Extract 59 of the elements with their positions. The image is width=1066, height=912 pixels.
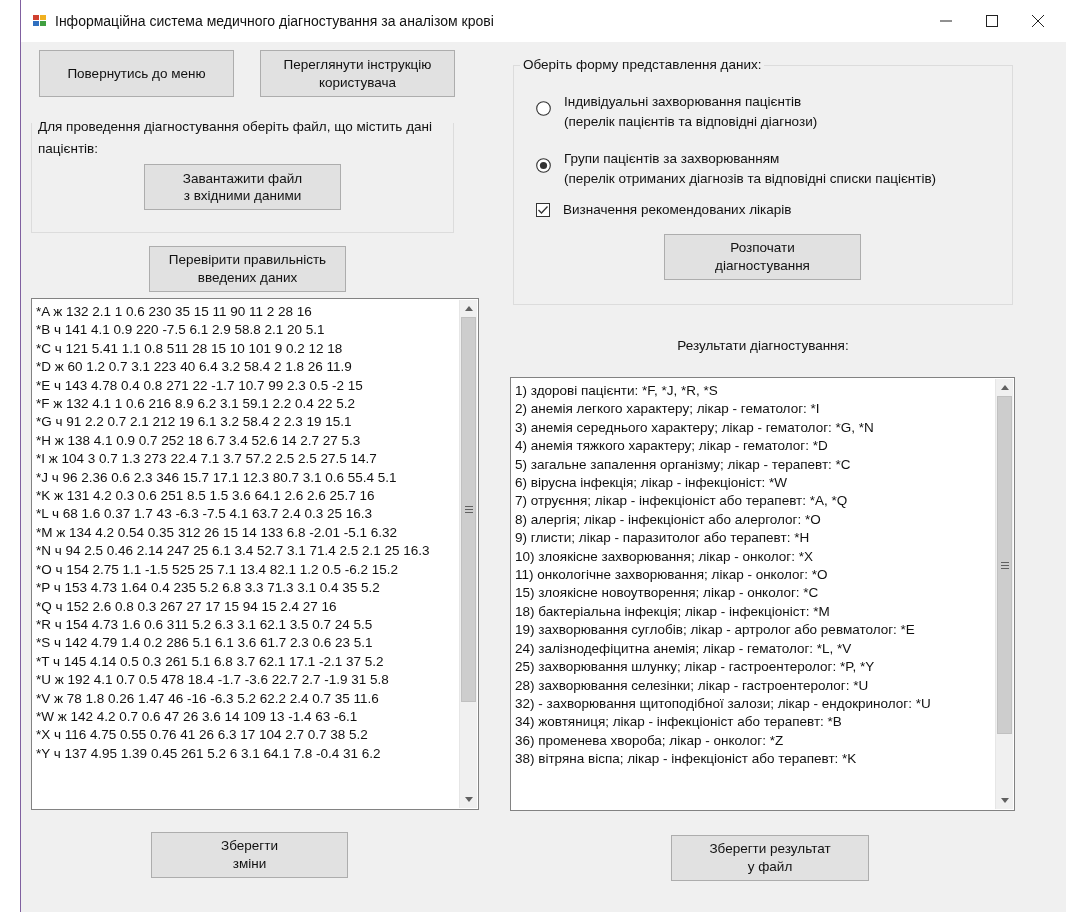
result-line: 3) анемія середнього характеру; лікар - гематолог: *G, *N	[515, 418, 875, 437]
data-line: *E ч 143 4.78 0.4 0.8 271 22 -1.7 10.7 99 2.3 0.5 -2 15	[36, 376, 364, 395]
data-line: *B ч 141 4.1 0.9 220 -7.5 6.1 2.9 58.8 2.1 20 5.1	[36, 321, 326, 340]
checkbox-label[interactable]: Визначення рекомендованих лікарів	[563, 200, 792, 220]
result-line: 38) вітряна віспа; лікар - інфекціоніст або терапевт: *K	[515, 750, 858, 769]
data-line: *Q ч 152 2.6 0.8 0.3 267 27 17 15 94 15 2.4 27 16	[36, 597, 338, 616]
data-line: *P ч 153 4.73 1.64 0.4 235 5.2 6.8 3.3 71.3 3.1 0.4 35 5.2	[36, 579, 381, 598]
save-results-button[interactable]: Зберегти результат у файл	[671, 835, 869, 881]
load-file-button[interactable]: Завантажити файл з вхідними даними	[144, 164, 341, 211]
result-line: 5) загальне запалення організму; лікар - терапевт: *C	[515, 455, 852, 474]
data-line: *D ж 60 1.2 0.7 3.1 223 40 6.4 3.2 58.4 2 1.8 26 11.9	[36, 358, 353, 377]
result-line: 24) залізнодефіцитна анемія; лікар - гематолог: *L, *V	[515, 639, 853, 658]
option-label[interactable]: Групи пацієнтів за захворюванням (перелік отриманих діагнозів та відповідні списки пацієнтів)	[564, 149, 937, 189]
start-button[interactable]: Розпочати діагностування	[664, 233, 861, 280]
data-line: *F ж 132 4.1 1 0.6 216 8.9 6.2 3.1 59.1 2.2 0.4 22 5.2	[36, 395, 357, 414]
data-line: *V ж 78 1.8 0.26 1.47 46 -16 -6.3 5.2 62.2 2.4 0.7 35 11.6	[36, 689, 380, 708]
data-line: *C ч 121 5.41 1.1 0.8 511 28 15 10 101 9 0.2 12 18	[36, 339, 344, 358]
data-line: *L ч 68 1.6 0.37 1.7 43 -6.3 -7.5 4.1 63.7 2.4 0.3 25 16.3	[36, 505, 374, 524]
data-line: *W ж 142 4.2 0.7 0.6 47 26 3.6 14 109 13 -1.4 63 -6.1	[36, 707, 359, 726]
data-line: *I ж 104 3 0.7 1.3 273 22.4 7.1 3.7 57.2 2.5 2.5 27.5 14.7	[36, 450, 378, 469]
result-line: 28) захворювання селезінки; лікар - гастроентеролог: *U	[515, 676, 870, 695]
data-line: *U ж 192 4.1 0.7 0.5 478 18.4 -1.7 -3.6 22.7 2.7 -1.9 31 5.8	[36, 671, 390, 690]
data-line: *A ж 132 2.1 1 0.6 230 35 15 11 90 11 2 28 16	[36, 303, 313, 321]
result-line: 10) злоякісне захворювання; лікар - онколог: *X	[515, 547, 814, 566]
result-line: 15) злоякісне новоутворення; лікар - онколог: *C	[515, 584, 820, 603]
result-line: 34) жовтяниця; лікар - інфекціоніст або терапевт: *B	[515, 713, 843, 732]
group-legend: Оберіть форму представлення даних:	[520, 57, 765, 72]
result-line: 36) променева хвороба; лікар - онколог: *Z	[515, 731, 785, 750]
menu-button[interactable]: Повернутись до меню	[39, 50, 234, 97]
data-line: *G ч 91 2.2 0.7 2.1 212 19 6.1 3.2 58.4 2 2.3 19 15.1	[36, 413, 353, 432]
result-line: 32) - захворювання щитоподібної залози; лікар - ендокринолог: *U	[515, 694, 932, 713]
result-line: 9) глисти; лікар - паразитолог або терапевт: *H	[515, 529, 811, 548]
result-line: 19) захворювання суглобів; лікар - артролог або ревматолог: *E	[515, 621, 916, 640]
data-line: *R ч 154 4.73 1.6 0.6 311 5.2 6.3 3.1 62.1 3.5 0.7 24 5.5	[36, 615, 374, 634]
window-title: Інформаційна система медичного діагностування за аналізом крові	[55, 13, 494, 29]
data-line: *T ч 145 4.14 0.5 0.3 261 5.1 6.8 3.7 62.1 17.1 -2.1 37 5.2	[36, 652, 385, 671]
data-line: *N ч 94 2.5 0.46 2.14 247 25 6.1 3.4 52.7 3.1 71.4 2.5 2.1 25 16.3	[36, 542, 431, 561]
save-changes-button[interactable]: Зберегти зміни	[151, 832, 348, 878]
data-line: *O ч 154 2.75 1.1 -1.5 525 25 7.1 13.4 82.1 1.2 0.5 -6.2 15.2	[36, 560, 400, 579]
data-line: *M ж 134 4.2 0.54 0.35 312 26 15 14 133 6.8 -2.01 -5.1 6.32	[36, 523, 399, 542]
data-line: *S ч 142 4.79 1.4 0.2 286 5.1 6.1 3.6 61.7 2.3 0.6 23 5.1	[36, 634, 374, 653]
data-line: *X ч 116 4.75 0.55 0.76 41 26 6.3 17 104 2.7 0.7 38 5.2	[36, 726, 369, 745]
result-line: 2) анемія легкого характеру; лікар - гематолог: *I	[515, 400, 821, 419]
result-line: 1) здорові пацієнти: *F, *J, *R, *S	[515, 382, 719, 400]
instructions-button[interactable]: Переглянути інструкцію користувача	[260, 50, 455, 97]
result-line: 11) онкологічне захворювання; лікар - онколог: *O	[515, 566, 829, 585]
result-line: 25) захворювання шлунку; лікар - гастроентеролог: *P, *Y	[515, 658, 876, 677]
result-line: 4) анемія тяжкого характеру; лікар - гематолог: *D	[515, 437, 829, 456]
results-label: Результати діагностування:	[676, 338, 850, 353]
check-data-button[interactable]: Перевірити правильність введених даних	[149, 246, 346, 292]
data-line: *H ж 138 4.1 0.9 0.7 252 18 6.7 3.4 52.6 14 2.7 27 5.3	[36, 431, 362, 450]
option-label[interactable]: Індивідуальні захворювання пацієнтів (перелік пацієнтів та відповідні діагнози)	[564, 92, 818, 132]
result-line: 8) алергія; лікар - інфекціоніст або алерголог: *O	[515, 510, 822, 529]
data-line: *K ж 131 4.2 0.3 0.6 251 8.5 1.5 3.6 64.1 2.6 2.6 25.7 16	[36, 487, 376, 506]
result-line: 7) отруєння; лікар - інфекціоніст або терапевт: *A, *Q	[515, 492, 849, 511]
data-line: *J ч 96 2.36 0.6 2.3 346 15.7 17.1 12.3 80.7 3.1 0.6 55.4 5.1	[36, 468, 398, 487]
data-line: *Y ч 137 4.95 1.39 0.45 261 5.2 6 3.1 64.1 7.8 -0.4 31 6.2	[36, 744, 382, 763]
result-line: 18) бактеріальна інфекція; лікар - інфекціоніст: *M	[515, 602, 831, 621]
result-line: 6) вірусна інфекція; лікар - інфекціоніст: *W	[515, 474, 789, 493]
